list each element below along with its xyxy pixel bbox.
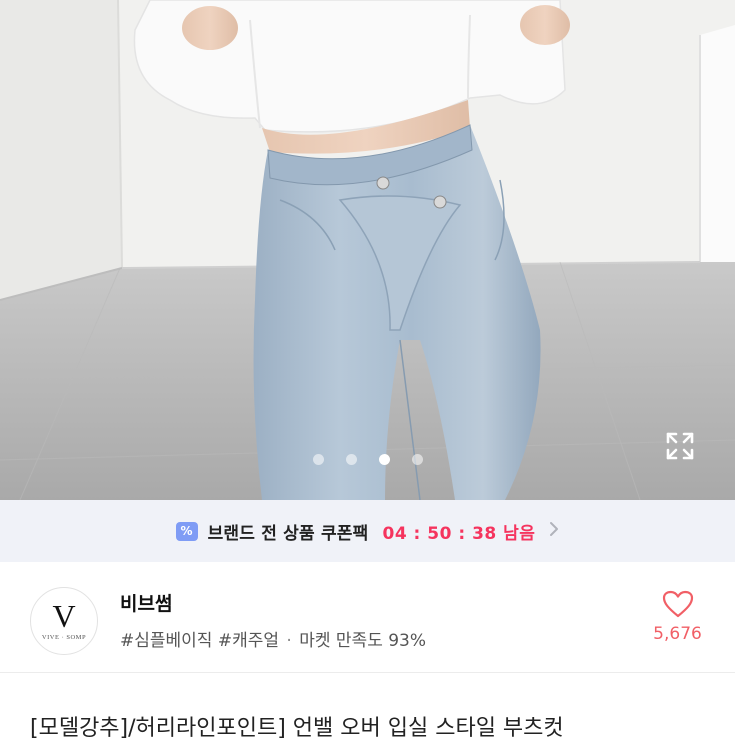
chevron-right-icon — [549, 521, 559, 542]
seller-logo-letter: V — [52, 598, 76, 634]
seller-info: V VIVE · SOMP 비브썸 #심플베이직 #캐주얼 · 마켓 만족도 9… — [0, 562, 735, 672]
seller-tags-line: #심플베이직 #캐주얼 · 마켓 만족도 93% — [120, 626, 426, 651]
coupon-pack-banner[interactable]: % 브랜드 전 상품 쿠폰팩 04 : 50 : 38 남음 — [0, 500, 735, 562]
coupon-countdown: 04 : 50 : 38 남음 — [382, 523, 536, 544]
carousel-dot[interactable] — [411, 453, 423, 465]
seller-name[interactable]: 비브썸 — [120, 589, 172, 616]
carousel-dot[interactable] — [312, 453, 324, 465]
seller-hashtags: #심플베이직 #캐주얼 — [120, 631, 280, 651]
carousel-dot-active[interactable] — [378, 453, 390, 465]
heart-outline-icon — [662, 590, 693, 618]
coupon-percent-icon: % — [175, 521, 198, 541]
product-image-gallery[interactable] — [0, 0, 735, 500]
market-satisfaction: 마켓 만족도 93% — [299, 631, 427, 651]
carousel-dot[interactable] — [345, 453, 357, 465]
like-button[interactable]: 5,676 — [640, 590, 715, 650]
separator-dot: · — [286, 631, 292, 651]
section-divider — [0, 672, 735, 673]
coupon-label: 브랜드 전 상품 쿠폰팩 — [207, 523, 369, 544]
like-count: 5,676 — [653, 624, 702, 644]
seller-logo-subtext: VIVE · SOMP — [41, 634, 87, 641]
seller-logo[interactable]: V VIVE · SOMP — [30, 587, 98, 655]
product-photo — [0, 0, 735, 500]
carousel-pagination — [0, 451, 735, 467]
product-title: [모델강추]/허리라인포인트] 언밸 오버 입실 스타일 부츠컷 — [30, 716, 564, 741]
